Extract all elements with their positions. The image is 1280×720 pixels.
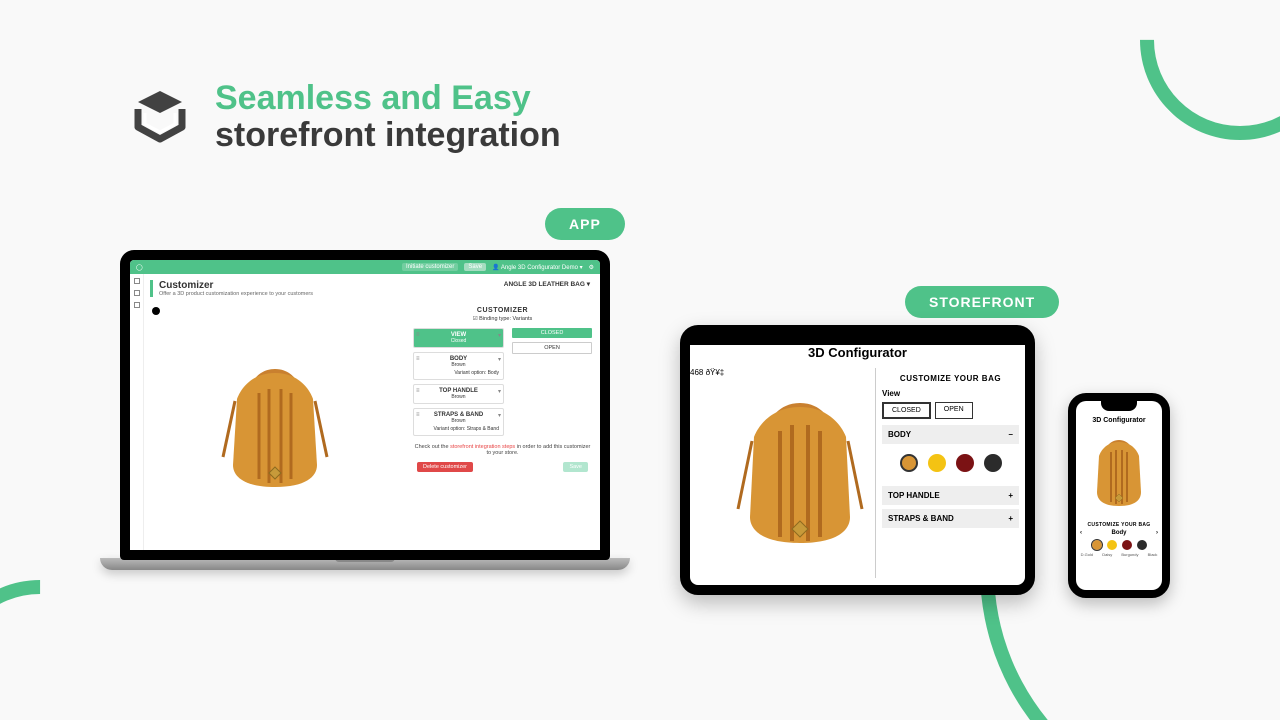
- gear-icon[interactable]: ⚙: [589, 264, 594, 271]
- phone-icon[interactable]: [134, 290, 140, 296]
- chevron-down-icon[interactable]: ▾: [498, 412, 501, 419]
- swatch-burgundy[interactable]: [1122, 540, 1132, 550]
- customize-heading: CUSTOMIZE YOUR BAG: [882, 374, 1019, 383]
- view-open-button[interactable]: OPEN: [935, 402, 973, 419]
- laptop-device: ◯ Initiate customizer Save 👤 Angle 3D Co…: [100, 250, 630, 590]
- swatch-yellow[interactable]: [928, 454, 946, 472]
- footer-note: Check out the storefront integration ste…: [413, 444, 592, 456]
- header: Seamless and Easy storefront integration: [130, 80, 561, 155]
- swatch-black[interactable]: [984, 454, 1002, 472]
- swatch-black[interactable]: [1137, 540, 1147, 550]
- bag-preview: [730, 389, 870, 557]
- drag-handle-icon[interactable]: ≡: [416, 356, 420, 362]
- headline-top: Seamless and Easy: [215, 80, 561, 117]
- product-name-dropdown[interactable]: ANGLE 3D LEATHER BAG ▾: [504, 280, 590, 288]
- phone-section-body: ‹ Body ›: [1076, 530, 1162, 536]
- next-section-icon[interactable]: ›: [1156, 530, 1158, 536]
- prev-section-icon[interactable]: ‹: [1080, 530, 1082, 536]
- headline-bottom: storefront integration: [215, 117, 561, 154]
- phone-title: 3D Configurator: [1076, 417, 1162, 424]
- pill-storefront: STOREFRONT: [905, 286, 1059, 318]
- initiate-customizer-button[interactable]: Initiate customizer: [402, 263, 458, 271]
- group-body[interactable]: ≡ BODY Brown Variant option: Body ▾: [413, 352, 504, 380]
- home-icon[interactable]: [134, 278, 140, 284]
- tablet-3d-preview[interactable]: [724, 368, 875, 578]
- product-3d-preview[interactable]: [144, 303, 405, 550]
- binding-row: ☑ Binding type: Variants: [413, 316, 592, 322]
- group-view[interactable]: ≡ VIEW Closed ▾: [413, 328, 504, 348]
- app-topbar: ◯ Initiate customizer Save 👤 Angle 3D Co…: [130, 260, 600, 274]
- user-menu[interactable]: 👤 Angle 3D Configurator Demo ▾: [492, 264, 583, 271]
- headline: Seamless and Easy storefront integration: [215, 80, 561, 155]
- chevron-down-icon[interactable]: ▾: [498, 356, 501, 363]
- bag-preview: [1088, 434, 1150, 512]
- phone-customize-heading: CUSTOMIZE YOUR BAG: [1076, 522, 1162, 528]
- bag-preview: [215, 357, 335, 497]
- pill-app: APP: [545, 208, 625, 240]
- help-icon[interactable]: [134, 302, 140, 308]
- drag-handle-icon[interactable]: ≡: [416, 388, 420, 394]
- view-closed-button[interactable]: CLOSED: [882, 402, 931, 419]
- panel-title: CUSTOMIZER: [413, 307, 592, 314]
- drag-handle-icon[interactable]: ≡: [416, 412, 420, 418]
- phone-3d-preview[interactable]: [1076, 428, 1162, 518]
- body-swatches: [882, 444, 1019, 482]
- brand-logo-icon: [130, 87, 190, 147]
- swatch-yellow[interactable]: [1107, 540, 1117, 550]
- swatch-tan[interactable]: [900, 454, 918, 472]
- logo-icon: ◯: [136, 264, 143, 271]
- phone-device: 3D Configurator CUSTOMIZE YOUR BAG ‹ Bod…: [1068, 393, 1170, 598]
- accordion-body[interactable]: BODY: [882, 425, 1019, 444]
- storefront-title: 3D Configurator: [690, 345, 1025, 360]
- accordion-top-handle[interactable]: TOP HANDLE: [882, 486, 1019, 505]
- tablet-device: 3D Configurator 468 ðŸ¥‡ CUSTOMIZE YOUR …: [680, 325, 1035, 595]
- group-straps-band[interactable]: ≡ STRAPS & BAND Brown Variant option: St…: [413, 408, 504, 436]
- save-button[interactable]: Save: [563, 462, 588, 472]
- drag-handle-icon[interactable]: ≡: [416, 332, 420, 338]
- chevron-down-icon[interactable]: ▾: [498, 332, 501, 339]
- view-open-button[interactable]: OPEN: [512, 342, 592, 354]
- swatch-tan[interactable]: [1092, 540, 1102, 550]
- customizer-panel: CUSTOMIZER ☑ Binding type: Variants ≡ VI…: [405, 303, 600, 550]
- page-subtitle: Offer a 3D product customization experie…: [159, 291, 588, 297]
- swatch-burgundy[interactable]: [956, 454, 974, 472]
- phone-notch: [1101, 401, 1137, 411]
- view-label: View: [882, 389, 1019, 398]
- customize-panel: CUSTOMIZE YOUR BAG View CLOSED OPEN BODY…: [875, 368, 1025, 578]
- chevron-down-icon[interactable]: ▾: [498, 388, 501, 395]
- phone-swatch-labels: D.Gold Daisy Burgundy Black: [1076, 552, 1162, 557]
- topbar-save-button[interactable]: Save: [464, 263, 486, 271]
- accordion-straps-band[interactable]: STRAPS & BAND: [882, 509, 1019, 528]
- decor-arc-top-right: [1099, 0, 1280, 181]
- phone-swatches: [1076, 540, 1162, 550]
- app-sidebar: [130, 274, 144, 550]
- group-top-handle[interactable]: ≡ TOP HANDLE Brown ▾: [413, 384, 504, 404]
- view-closed-button[interactable]: CLOSED: [512, 328, 592, 338]
- reset-view-icon[interactable]: [152, 307, 160, 315]
- delete-customizer-button[interactable]: Delete customizer: [417, 462, 473, 472]
